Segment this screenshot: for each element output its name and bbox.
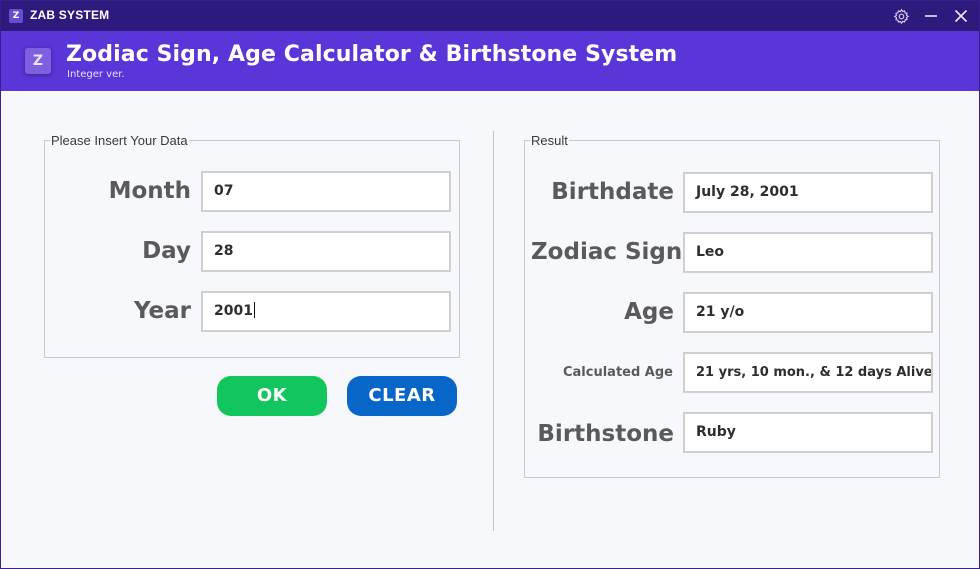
input-group-legend: Please Insert Your Data <box>50 133 189 148</box>
month-label: Month <box>108 178 191 204</box>
birthstone-label: Birthstone <box>537 421 674 447</box>
zodiac-sign-output: Leo <box>683 232 933 273</box>
text-caret <box>253 302 255 318</box>
app-icon: Z <box>9 9 23 23</box>
app-header: Z Zodiac Sign, Age Calculator & Birthsto… <box>1 31 979 91</box>
birthstone-output: Ruby <box>683 412 933 453</box>
minimize-icon <box>925 15 937 17</box>
window-title: ZAB SYSTEM <box>30 8 110 22</box>
day-input[interactable]: 28 <box>201 231 451 272</box>
month-input[interactable]: 07 <box>201 171 451 212</box>
year-input-value: 2001 <box>214 303 253 319</box>
year-input[interactable]: 2001 <box>201 291 451 332</box>
title-bar: Z ZAB SYSTEM <box>1 1 979 31</box>
settings-button[interactable] <box>890 5 912 27</box>
close-icon <box>954 9 968 23</box>
header-subtitle: Integer ver. <box>67 69 125 80</box>
header-title: Zodiac Sign, Age Calculator & Birthstone… <box>66 42 678 67</box>
birthdate-output: July 28, 2001 <box>683 172 933 213</box>
year-label: Year <box>133 298 191 324</box>
clear-button[interactable]: CLEAR <box>347 376 457 416</box>
minimize-button[interactable] <box>920 5 942 27</box>
result-group-legend: Result <box>530 133 569 148</box>
ok-button[interactable]: OK <box>217 376 327 416</box>
birthdate-label: Birthdate <box>551 179 674 205</box>
zodiac-sign-label: Zodiac Sign <box>531 239 683 265</box>
calculated-age-label: Calculated Age <box>562 365 673 380</box>
panel-divider <box>493 131 494 531</box>
close-button[interactable] <box>950 5 972 27</box>
age-output: 21 y/o <box>683 292 933 333</box>
app-logo: Z <box>25 48 51 74</box>
day-label: Day <box>142 238 191 264</box>
gear-icon <box>893 8 909 24</box>
calculated-age-output: 21 yrs, 10 mon., & 12 days Alive <box>683 352 933 393</box>
app-window: Z ZAB SYSTEM Z Zodiac Sign, Age Calculat… <box>0 0 980 569</box>
age-label: Age <box>624 299 674 325</box>
